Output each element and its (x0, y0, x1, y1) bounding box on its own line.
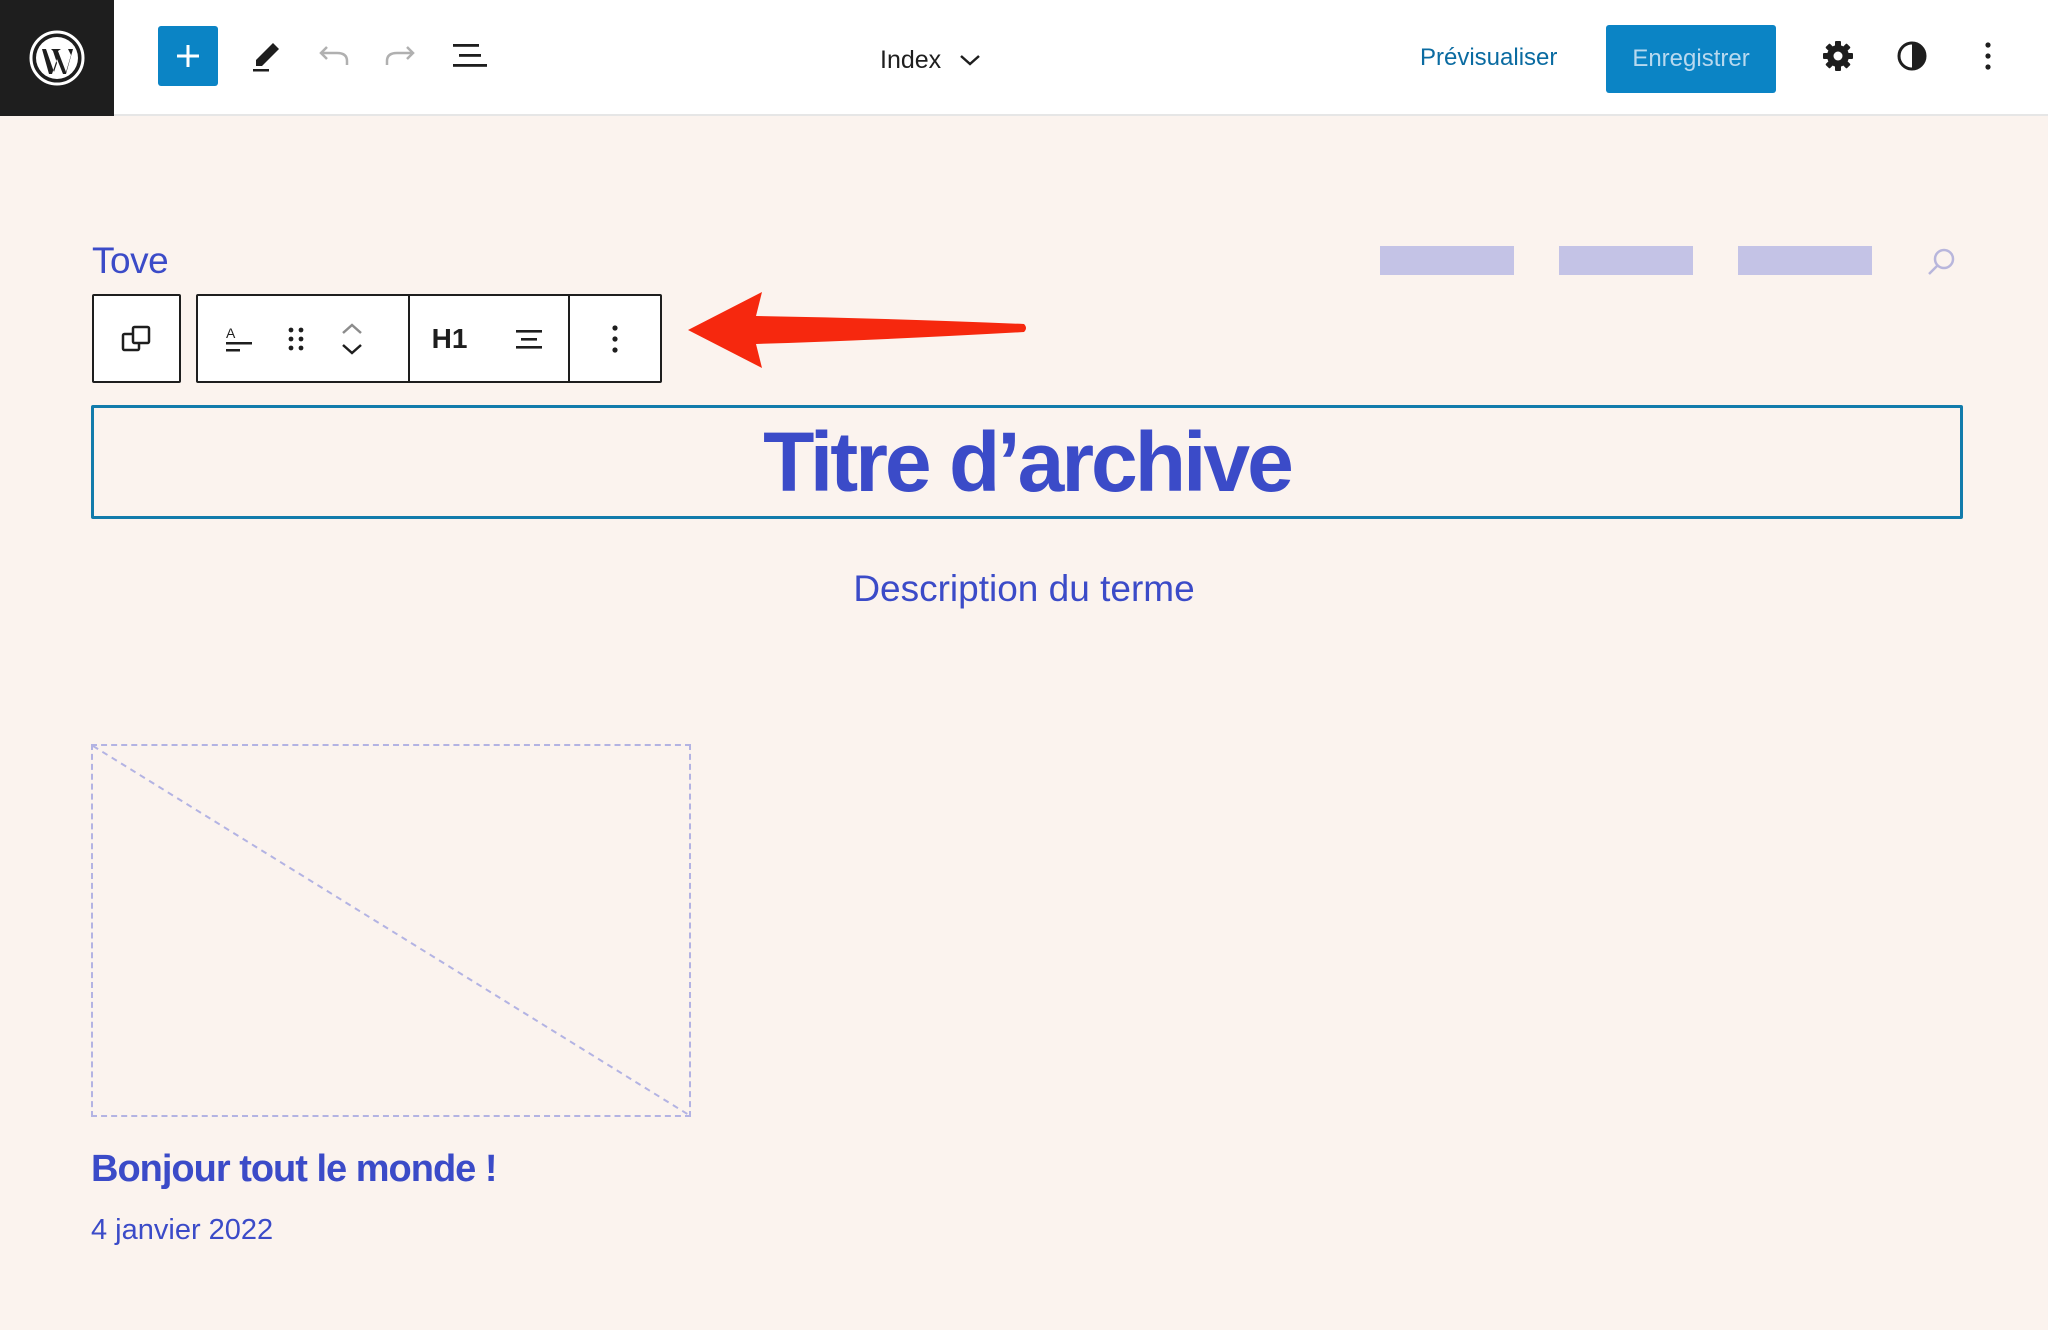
undo-icon (319, 46, 349, 65)
styles-button[interactable] (1882, 26, 1942, 86)
drag-handle-icon (288, 327, 304, 350)
add-block-button[interactable] (158, 26, 218, 86)
heading-level-label: H1 (431, 322, 468, 354)
post-date[interactable]: 4 janvier 2022 (91, 1214, 273, 1247)
block-toolbar: A H1 (196, 294, 662, 383)
options-button[interactable] (1958, 26, 2018, 86)
align-button[interactable] (501, 296, 557, 381)
vertical-ellipsis-icon (612, 324, 618, 353)
redo-icon (385, 46, 415, 65)
gear-icon (1823, 41, 1853, 71)
block-options-button[interactable] (587, 296, 643, 381)
term-description[interactable]: Description du terme (0, 568, 2048, 610)
tools-edit-button[interactable] (236, 26, 296, 86)
search-icon[interactable] (1924, 246, 1958, 280)
redo-button[interactable] (370, 26, 430, 86)
text-align-icon: A (226, 325, 252, 351)
annotation-arrow-icon (688, 292, 1026, 368)
editor-header: Index Prévisualiser Enregistrer (0, 0, 2048, 116)
chevron-down-icon (960, 55, 981, 66)
undo-button[interactable] (304, 26, 364, 86)
navigation-item-placeholder[interactable] (1738, 246, 1872, 275)
plus-icon (177, 45, 199, 67)
chevron-up-icon[interactable] (340, 321, 364, 337)
pencil-icon (253, 43, 279, 72)
svg-text:A: A (226, 325, 236, 341)
settings-button[interactable] (1808, 26, 1868, 86)
archive-title-block[interactable]: Titre d’archive (91, 405, 1963, 519)
wordpress-logo-button[interactable] (0, 0, 114, 116)
document-title-dropdown[interactable]: Index (880, 40, 981, 80)
list-view-icon (453, 44, 487, 67)
document-title: Index (880, 45, 942, 74)
preview-button[interactable]: Prévisualiser (1420, 44, 1557, 72)
select-parent-button[interactable] (92, 294, 181, 383)
vertical-ellipsis-icon (1985, 42, 1991, 70)
block-toolbar-more-group (570, 296, 660, 381)
block-mover (324, 296, 380, 381)
navigation-item-placeholder[interactable] (1380, 246, 1514, 275)
block-toolbar-heading-group: H1 (410, 296, 570, 381)
drag-handle-button[interactable] (268, 296, 324, 381)
site-title[interactable]: Tove (92, 240, 169, 282)
list-view-button[interactable] (440, 26, 500, 86)
chevron-down-icon[interactable] (340, 341, 364, 357)
half-circle-contrast-icon (1897, 41, 1927, 71)
heading-level-button[interactable]: H1 (422, 296, 478, 381)
navigation-item-placeholder[interactable] (1559, 246, 1693, 275)
save-button[interactable]: Enregistrer (1606, 25, 1776, 93)
align-center-icon (515, 329, 542, 349)
post-title[interactable]: Bonjour tout le monde ! (91, 1148, 498, 1191)
select-parent-icon (121, 325, 150, 351)
image-placeholder-diagonal-icon (92, 745, 690, 1116)
transform-block-button[interactable]: A (212, 296, 268, 381)
archive-title[interactable]: Titre d’archive (763, 414, 1294, 511)
wordpress-logo-icon (29, 30, 85, 86)
featured-image-placeholder[interactable] (91, 744, 691, 1117)
block-toolbar-mover-group: A (198, 296, 410, 381)
